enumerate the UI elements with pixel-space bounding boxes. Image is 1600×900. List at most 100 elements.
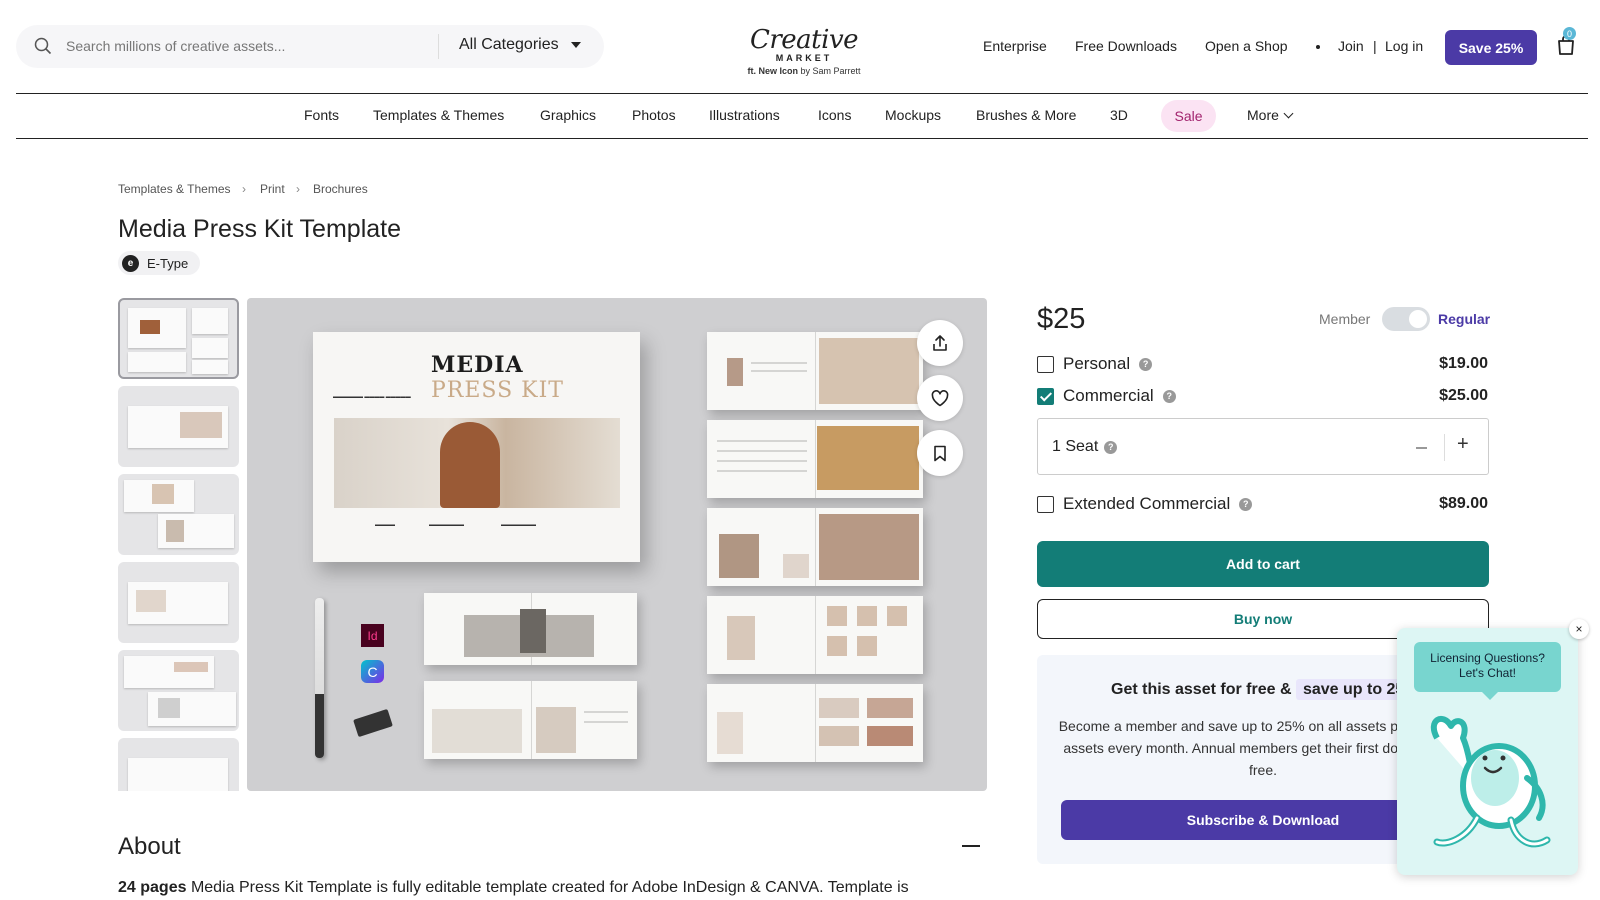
logo-script: Creative — [749, 25, 859, 55]
breadcrumb-templates-themes[interactable]: Templates & Themes — [118, 182, 231, 196]
cat-templates-themes[interactable]: Templates & Themes — [373, 107, 504, 123]
pen-prop — [315, 598, 324, 758]
cat-more[interactable]: More — [1247, 107, 1294, 123]
shop-name: E-Type — [147, 255, 189, 271]
license-name: Extended Commercial — [1063, 494, 1231, 513]
cat-fonts[interactable]: Fonts — [304, 107, 339, 123]
about-heading: About — [118, 833, 181, 860]
license-name: Personal — [1063, 354, 1131, 373]
cat-sale[interactable]: Sale — [1161, 100, 1216, 132]
login-link[interactable]: Log in — [1385, 38, 1423, 54]
cover-title-media: MEDIA — [431, 352, 524, 378]
spread-our-offering — [707, 684, 923, 762]
nav-open-a-shop[interactable]: Open a Shop — [1205, 38, 1288, 54]
plus-icon[interactable]: + — [1457, 433, 1469, 456]
bookmark-icon — [934, 445, 946, 461]
chevron-down-icon — [1283, 108, 1294, 118]
thumbnail-4[interactable] — [118, 562, 239, 643]
search-bar[interactable]: Search millions of creative assets... Al… — [16, 25, 604, 68]
cart-count-badge: 0 — [1563, 27, 1576, 40]
cat-icons[interactable]: Icons — [818, 107, 851, 123]
cat-graphics[interactable]: Graphics — [540, 107, 596, 123]
usb-prop — [353, 708, 393, 738]
license-extended-commercial[interactable]: Extended Commercial ? — [1037, 494, 1253, 514]
bookmark-button[interactable] — [917, 430, 963, 476]
cat-brushes-more[interactable]: Brushes & More — [976, 107, 1076, 123]
shop-avatar: e — [122, 254, 139, 272]
add-to-cart-button[interactable]: Add to cart — [1037, 541, 1489, 587]
license-price: $25.00 — [1439, 387, 1488, 404]
chat-bubble-line2: Let's Chat! — [1459, 666, 1516, 680]
price: $25 — [1037, 303, 1086, 335]
toggle-knob — [1409, 310, 1427, 328]
breadcrumb-chevron-icon: › — [242, 182, 246, 196]
nav-free-downloads[interactable]: Free Downloads — [1075, 38, 1177, 54]
chat-bubble-line1: Licensing Questions? — [1430, 651, 1545, 665]
promo-heading: Get this asset for free & save up to 25% — [1111, 679, 1426, 700]
chat-widget[interactable]: Licensing Questions? Let's Chat! — [1397, 628, 1578, 875]
seat-stepper[interactable]: 1 Seat? + — [1037, 418, 1489, 475]
minus-icon[interactable] — [1416, 447, 1427, 449]
license-personal[interactable]: Personal ? — [1037, 354, 1153, 374]
cat-3d[interactable]: 3D — [1110, 107, 1128, 123]
cover-title-press-kit: PRESS KIT — [431, 378, 564, 403]
thumbnail-5[interactable] — [118, 650, 239, 731]
chat-bubble[interactable]: Licensing Questions? Let's Chat! — [1414, 642, 1561, 700]
seat-label: 1 Seat — [1052, 438, 1099, 455]
cover-page: MEDIA PRESS KIT ▬▬▬▬▬▬ ▬▬▬▬ ▬▬▬▬▬ ▬▬▬▬ ▬… — [313, 332, 640, 562]
help-icon[interactable]: ? — [1104, 440, 1118, 454]
main-preview-image: MEDIA PRESS KIT ▬▬▬▬▬▬ ▬▬▬▬ ▬▬▬▬▬ ▬▬▬▬ ▬… — [247, 298, 987, 791]
extended-commercial-checkbox[interactable] — [1037, 495, 1054, 513]
site-logo[interactable]: Creative MARKET ft. New Icon by Sam Parr… — [738, 25, 870, 76]
logo-feature-by: by Sam Parrett — [800, 66, 861, 76]
license-price: $19.00 — [1439, 355, 1488, 372]
help-icon[interactable]: ? — [1239, 497, 1253, 511]
share-button[interactable] — [917, 320, 963, 366]
join-link[interactable]: Join — [1338, 38, 1364, 54]
license-commercial[interactable]: Commercial ? — [1037, 386, 1176, 406]
cat-photos[interactable]: Photos — [632, 107, 676, 123]
collapse-icon[interactable] — [962, 845, 980, 847]
thumbnail-2[interactable] — [118, 386, 239, 467]
search-icon — [34, 37, 52, 55]
spread-welcome — [707, 332, 923, 410]
header-divider — [16, 93, 1588, 94]
license-name: Commercial — [1063, 386, 1154, 405]
spread-case-study — [424, 593, 637, 665]
caret-down-icon — [570, 42, 581, 48]
thumbnail-1[interactable] — [118, 298, 239, 379]
category-select[interactable]: All Categories — [459, 36, 581, 54]
promo-heading-prefix: Get this asset for free & — [1111, 681, 1292, 698]
like-button[interactable] — [917, 375, 963, 421]
thumbnail-6[interactable] — [118, 738, 239, 791]
category-select-label: All Categories — [459, 36, 559, 53]
personal-checkbox[interactable] — [1037, 355, 1054, 373]
save-25-button[interactable]: Save 25% — [1445, 30, 1537, 65]
share-icon — [933, 335, 947, 351]
spread-why-choose-us — [424, 681, 637, 759]
license-price: $89.00 — [1439, 495, 1488, 512]
thumbnail-3[interactable] — [118, 474, 239, 555]
breadcrumb-print[interactable]: Print — [260, 182, 285, 196]
chat-close-button[interactable]: × — [1569, 619, 1589, 639]
member-regular-toggle[interactable] — [1382, 307, 1430, 331]
logo-feature-prefix: ft. New Icon — [747, 66, 798, 76]
commercial-checkbox[interactable] — [1037, 387, 1054, 405]
search-input[interactable]: Search millions of creative assets... — [66, 38, 285, 54]
spread-index — [707, 420, 923, 498]
logo-feature-credit: ft. New Icon by Sam Parrett — [738, 66, 870, 76]
cat-illustrations[interactable]: Illustrations — [709, 107, 780, 123]
about-pages: 24 pages — [118, 879, 187, 896]
nav-divider — [16, 138, 1588, 139]
nav-enterprise[interactable]: Enterprise — [983, 38, 1047, 54]
mascot-illustration — [1430, 715, 1551, 848]
nav-separator: | — [1373, 38, 1377, 54]
cat-mockups[interactable]: Mockups — [885, 107, 941, 123]
shop-link[interactable]: e E-Type — [118, 251, 201, 275]
breadcrumb-brochures[interactable]: Brochures — [313, 182, 368, 196]
spread-our-team — [707, 596, 923, 674]
help-icon[interactable]: ? — [1162, 389, 1176, 403]
help-icon[interactable]: ? — [1139, 357, 1153, 371]
page-title: Media Press Kit Template — [118, 215, 401, 243]
heart-icon — [931, 389, 949, 406]
